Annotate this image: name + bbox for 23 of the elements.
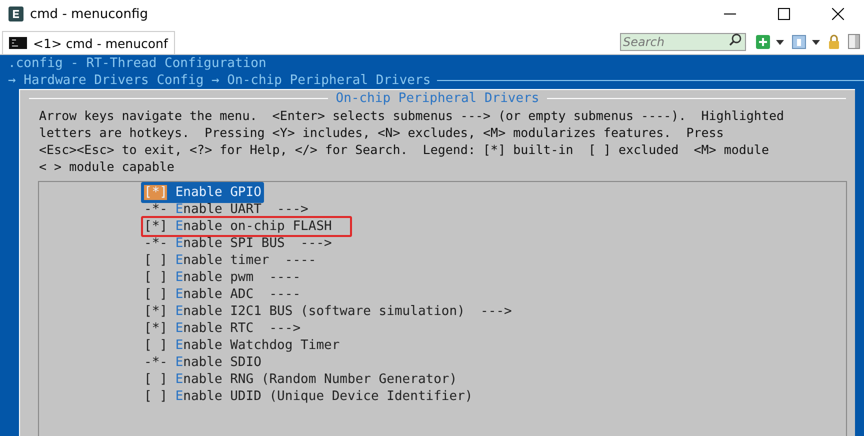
caret-icon[interactable] — [812, 40, 820, 45]
menu-item[interactable]: [*] Enable on-chip FLASH — [141, 216, 352, 237]
panel-icon[interactable] — [848, 34, 860, 49]
help-text: <Esc><Esc> to exit, <?> for Help, </> for Search. Legend: [*] built-in [ ] excluded <M> module — [39, 141, 770, 158]
menu-item[interactable]: [*] Enable GPIO — [141, 182, 264, 203]
search-field[interactable]: Search — [620, 33, 746, 51]
window-icon[interactable] — [792, 35, 806, 49]
dialog-title: On-chip Peripheral Drivers — [334, 90, 540, 107]
search-icon — [729, 33, 742, 46]
plus-icon[interactable] — [756, 35, 770, 49]
lock-icon[interactable] — [828, 34, 840, 49]
console-tab[interactable]: <1> cmd - menuconf — [2, 31, 175, 54]
window-title: cmd - menuconfig — [30, 6, 148, 22]
help-text: Arrow keys navigate the menu. <Enter> selects submenus ---> (or empty submenus ----). Highlighted — [39, 107, 786, 124]
caret-icon[interactable] — [776, 40, 784, 45]
maximize-icon[interactable] — [778, 8, 790, 20]
config-header: .config - RT-Thread Configuration — [8, 55, 268, 72]
help-text: < > module capable — [39, 158, 176, 175]
app-icon — [8, 6, 24, 22]
console-icon — [9, 37, 27, 49]
help-text: letters are hotkeys. Pressing <Y> includes, <N> excludes, <M> modularizes features. Press — [39, 124, 725, 141]
close-icon[interactable] — [832, 8, 844, 20]
breadcrumb: → Hardware Drivers Config → On-chip Peripheral Drivers — [8, 72, 431, 89]
